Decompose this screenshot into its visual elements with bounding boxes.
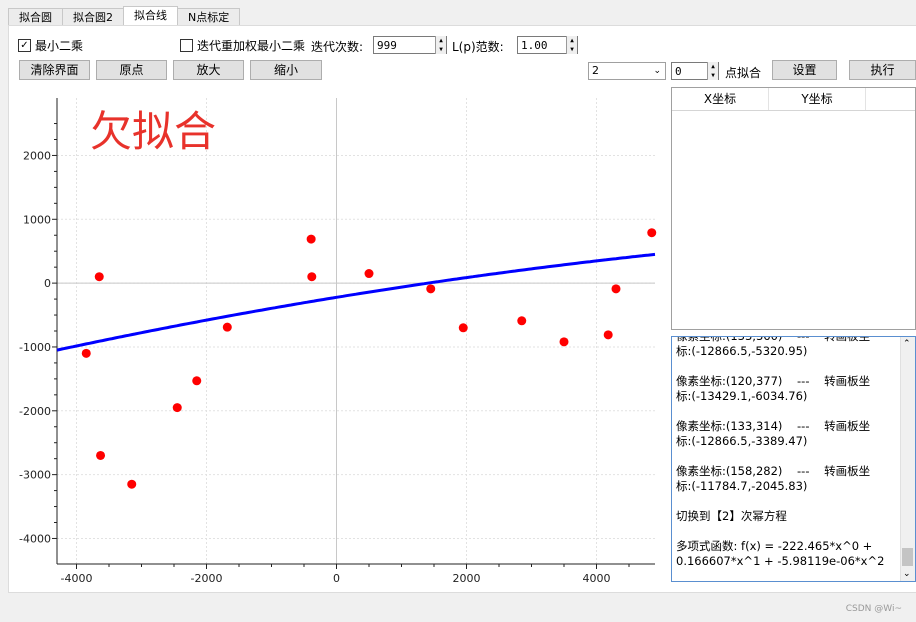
iterative-reweighted-checkbox[interactable]: 迭代重加权最小二乘 — [180, 37, 305, 54]
data-point — [647, 228, 657, 238]
degree-select[interactable]: 2 ⌄ — [588, 62, 666, 80]
y-tick-label: 2000 — [23, 149, 51, 162]
checkbox-empty-icon — [180, 39, 193, 52]
tab-fit-circle-2[interactable]: 拟合圆2 — [62, 8, 124, 26]
point-count-spinbox[interactable]: 0 ▲ ▼ — [671, 62, 719, 80]
watermark-text: CSDN @Wi~ — [845, 604, 902, 614]
iter-count-spinbox[interactable]: 999 ▲ ▼ — [373, 36, 447, 54]
lp-norm-value: 1.00 — [521, 39, 548, 52]
chart-annotation: 欠拟合 — [90, 107, 216, 156]
data-point — [94, 272, 104, 282]
x-tick-label: -2000 — [191, 572, 223, 585]
lp-norm-label: L(p)范数: — [452, 40, 504, 54]
data-point — [222, 322, 232, 332]
data-point — [559, 337, 569, 347]
scroll-down-icon[interactable]: ⌄ — [903, 569, 911, 579]
log-output[interactable]: 像素坐标:(133,360) --- 转画板坐 标:(-12866.5,-532… — [671, 336, 916, 582]
spin-arrows-icon[interactable]: ▲ ▼ — [435, 36, 446, 54]
y-tick-label: 0 — [44, 277, 51, 290]
x-tick-label: 4000 — [583, 572, 611, 585]
data-point — [426, 284, 436, 294]
zoom-out-button[interactable]: 缩小 — [250, 60, 322, 80]
origin-button[interactable]: 原点 — [96, 60, 167, 80]
data-point — [307, 272, 317, 282]
table-header: X坐标 Y坐标 — [672, 88, 915, 111]
tab-bar: 拟合圆 拟合圆2 拟合线 N点标定 — [8, 6, 241, 26]
chevron-down-icon: ⌄ — [653, 66, 661, 76]
checkbox-check-icon: ✓ — [18, 39, 31, 52]
log-scrollbar[interactable]: ⌃ ⌄ — [900, 337, 915, 581]
tab-fit-line[interactable]: 拟合线 — [123, 6, 178, 26]
data-point — [364, 269, 374, 279]
data-point — [603, 330, 613, 340]
x-tick-label: 0 — [333, 572, 340, 585]
log-text: 像素坐标:(133,360) --- 转画板坐 标:(-12866.5,-532… — [676, 336, 885, 568]
iterative-reweighted-label: 迭代重加权最小二乘 — [197, 39, 306, 53]
y-tick-label: -2000 — [19, 405, 51, 418]
execute-button[interactable]: 执行 — [849, 60, 916, 80]
zoom-in-button[interactable]: 放大 — [173, 60, 244, 80]
chart-ticks: -4000 -2000 0 2000 4000 -4000 -3000 -2000 -1000 0… — [19, 123, 630, 585]
degree-value: 2 — [592, 64, 599, 77]
data-point — [306, 234, 316, 244]
column-header-y: Y坐标 — [769, 88, 866, 110]
data-point — [192, 376, 202, 386]
data-point — [458, 323, 468, 333]
lp-norm-spinbox[interactable]: 1.00 ▲ ▼ — [517, 36, 578, 54]
iter-count-label: 迭代次数: — [311, 40, 364, 54]
tab-fit-circle[interactable]: 拟合圆 — [8, 8, 63, 26]
least-squares-checkbox[interactable]: ✓ 最小二乘 — [18, 37, 83, 54]
spin-arrows-icon[interactable]: ▲ ▼ — [707, 62, 718, 80]
iter-count-value: 999 — [377, 39, 397, 52]
least-squares-label: 最小二乘 — [35, 39, 84, 53]
data-point — [96, 450, 106, 460]
scroll-thumb[interactable] — [902, 548, 913, 566]
column-header-x: X坐标 — [672, 88, 769, 110]
y-tick-label: -1000 — [19, 341, 51, 354]
scroll-up-icon[interactable]: ⌃ — [903, 339, 911, 349]
data-point — [81, 348, 91, 358]
x-tick-label: 2000 — [453, 572, 481, 585]
point-fit-label: 点拟合 — [725, 66, 762, 80]
fit-chart[interactable]: -4000 -2000 0 2000 4000 -4000 -3000 -2000 -1000 0… — [0, 88, 665, 588]
clear-screen-button[interactable]: 清除界面 — [19, 60, 90, 80]
y-tick-label: -3000 — [19, 469, 51, 482]
data-points — [81, 228, 657, 489]
data-point — [172, 403, 182, 413]
fit-curve — [56, 252, 656, 352]
coordinate-table[interactable]: X坐标 Y坐标 — [671, 87, 916, 330]
y-tick-label: -4000 — [19, 532, 51, 545]
tab-n-point-calibration[interactable]: N点标定 — [177, 8, 241, 26]
spin-arrows-icon[interactable]: ▲ ▼ — [566, 36, 577, 54]
x-tick-label: -4000 — [61, 572, 93, 585]
y-tick-label: 1000 — [23, 213, 51, 226]
data-point — [611, 284, 621, 294]
settings-button[interactable]: 设置 — [772, 60, 837, 80]
point-count-value: 0 — [675, 65, 682, 78]
data-point — [517, 316, 527, 326]
data-point — [127, 479, 137, 489]
